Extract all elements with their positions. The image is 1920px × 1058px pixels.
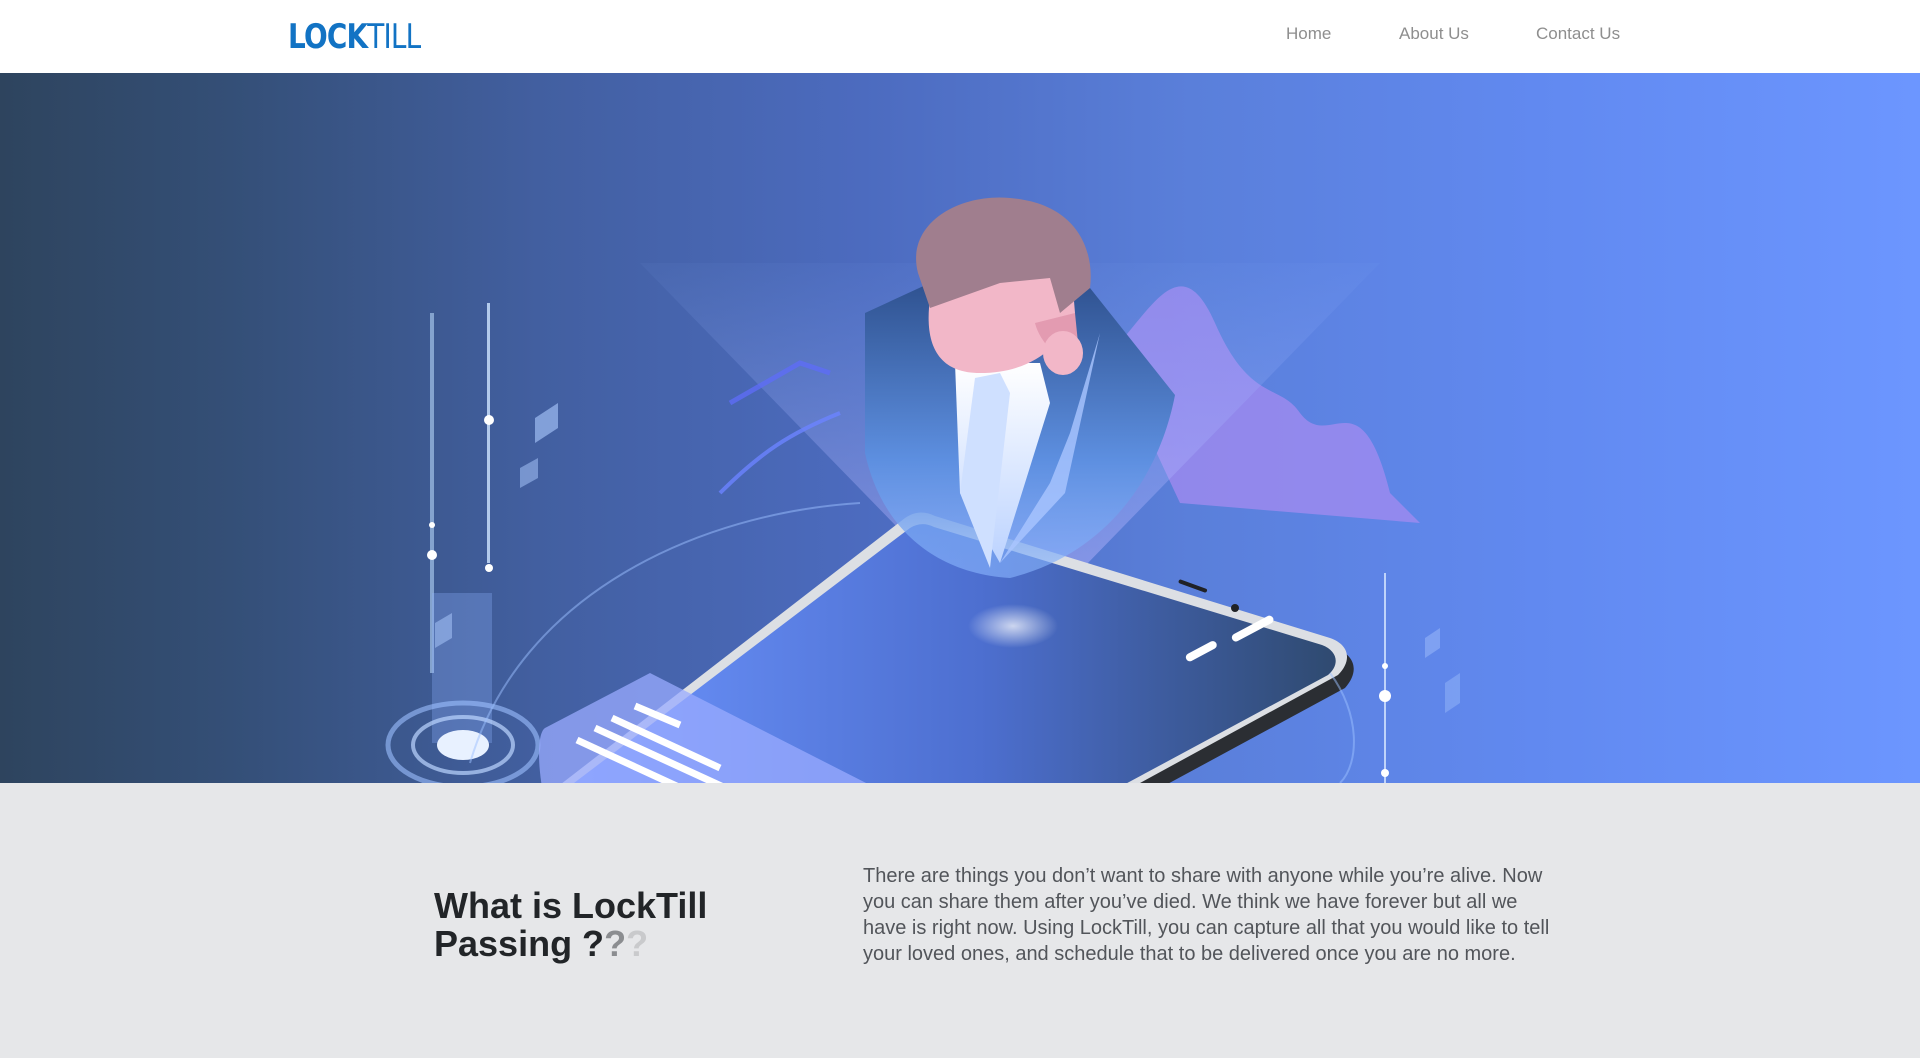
about-title-line1: What is LockTill <box>434 885 708 926</box>
hero-banner <box>0 73 1920 783</box>
top-navbar: LOCK TILL Home About Us Contact Us <box>0 0 1920 73</box>
floating-panel <box>535 403 558 443</box>
ring-core <box>437 730 489 760</box>
person-ear <box>1043 331 1083 375</box>
about-description: There are things you don’t want to share… <box>863 865 1550 965</box>
about-title-question-mark: ? <box>604 923 627 964</box>
about-title-question-mark-faded: ? <box>626 923 649 964</box>
phone-camera <box>1231 604 1239 612</box>
logo-text-till: TILL <box>367 17 421 57</box>
spark-dot <box>1382 663 1388 669</box>
about-title: What is LockTill Passing ??? <box>434 887 794 963</box>
about-title-line2: Passing ? <box>434 923 605 964</box>
floating-panel <box>520 458 538 488</box>
logo-text-lock: LOCK <box>288 17 368 57</box>
hero-illustration <box>385 197 1460 783</box>
spark-dot <box>484 415 494 425</box>
phone-speaker <box>1178 579 1208 593</box>
nav-home-link[interactable]: Home <box>1286 24 1331 44</box>
about-section: What is LockTill Passing ??? There are t… <box>0 783 1920 1058</box>
light-line-left-2 <box>487 303 490 563</box>
floating-panel <box>1425 628 1440 658</box>
hologram-base <box>968 604 1058 648</box>
floating-panel <box>1445 673 1460 713</box>
spark-dot <box>485 564 493 572</box>
spark-dot <box>1379 690 1391 702</box>
spark-dot <box>427 550 437 560</box>
spark-dot <box>429 522 435 528</box>
locktill-logo[interactable]: LOCK TILL <box>288 17 421 57</box>
nav-contact-us-link[interactable]: Contact Us <box>1536 24 1620 44</box>
spark-dot <box>1381 769 1389 777</box>
nav-about-us-link[interactable]: About Us <box>1399 24 1469 44</box>
